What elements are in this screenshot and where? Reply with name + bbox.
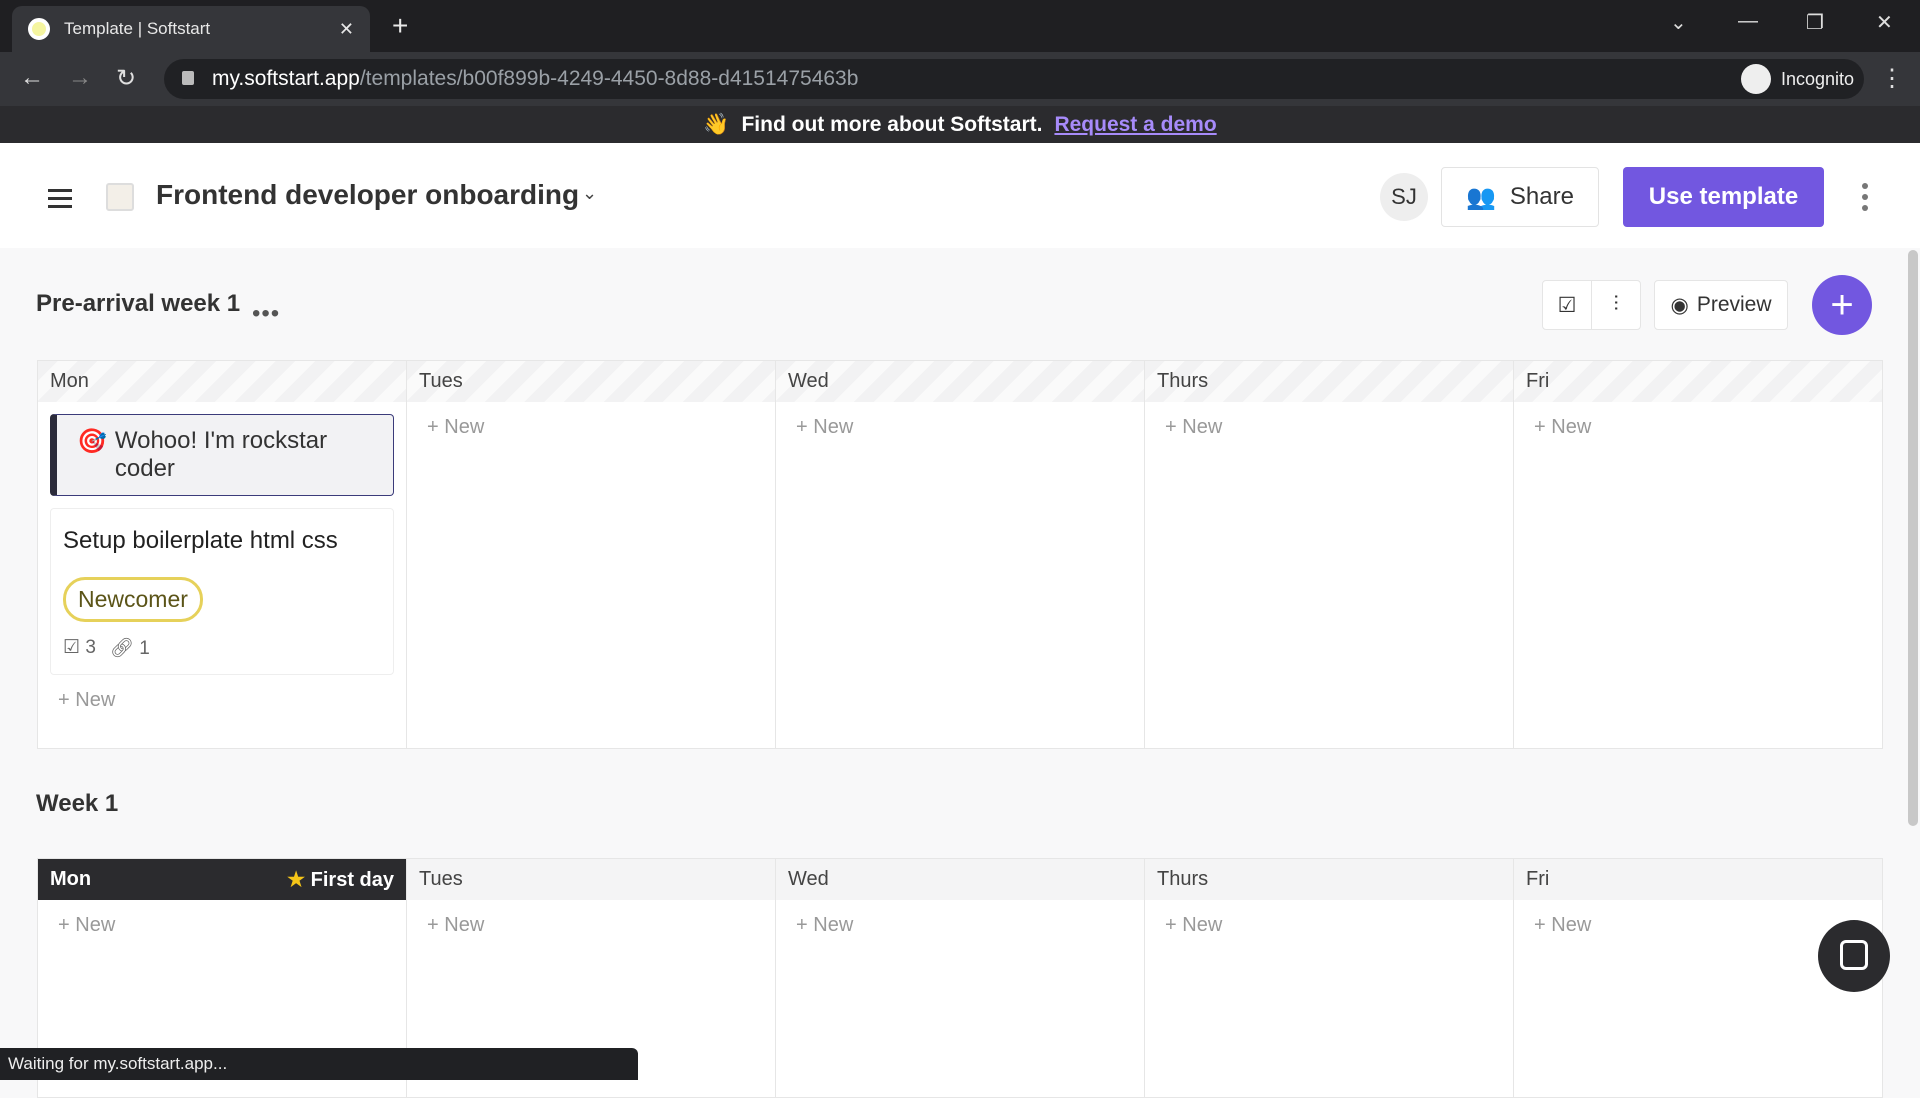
column-header: Tues <box>407 361 775 402</box>
status-bar: Waiting for my.softstart.app... <box>0 1048 638 1080</box>
browser-tab-bar: Template | Softstart ✕ + ⌄ — ❐ ✕ <box>0 0 1920 52</box>
back-icon[interactable]: ← <box>20 64 44 92</box>
column-header: Thurs <box>1145 361 1513 402</box>
new-item-button[interactable]: + New <box>1145 402 1513 453</box>
star-icon: ★ <box>287 869 306 891</box>
page-title[interactable]: Frontend developer onboarding <box>156 179 579 211</box>
section-title: Pre-arrival week 1 <box>36 290 241 317</box>
use-template-button[interactable]: Use template <box>1623 167 1824 227</box>
column-header: Fri <box>1514 859 1882 900</box>
banner-text: Find out more about Softstart. <box>741 112 1043 136</box>
section-title: Week 1 <box>36 790 119 817</box>
minimize-button[interactable]: — <box>1738 10 1758 33</box>
browser-menu-icon[interactable]: ⋮ <box>1880 64 1904 93</box>
promo-banner: 👋 Find out more about Softstart. Request… <box>0 106 1920 143</box>
checklist-count: ☑ 3 <box>63 637 96 658</box>
address-bar-row: ← → ↻ my.softstart.app/templates/b00f899… <box>0 52 1920 106</box>
column-tues: Tues + New <box>407 361 776 748</box>
first-day-badge: ★ First day <box>287 869 394 891</box>
column-header: Thurs <box>1145 859 1513 900</box>
checklist-icon[interactable]: ☑ <box>1542 280 1592 330</box>
chat-button[interactable] <box>1818 920 1890 992</box>
tag-badge: Newcomer <box>63 577 203 622</box>
new-item-button[interactable]: + New <box>776 900 1144 951</box>
link-count: 🔗︎ 1 <box>109 638 150 659</box>
scrollbar[interactable] <box>1908 250 1918 826</box>
menu-icon[interactable] <box>48 189 72 192</box>
lock-icon <box>182 71 194 85</box>
preview-button[interactable]: ◉ Preview <box>1654 280 1788 330</box>
share-button[interactable]: 👥 Share <box>1441 167 1599 227</box>
incognito-icon <box>1740 64 1771 94</box>
filter-sliders-icon[interactable]: ⫶ <box>1591 280 1641 330</box>
request-demo-link[interactable]: Request a demo <box>1054 113 1216 137</box>
column-header: Tues <box>407 859 775 900</box>
incognito-profile[interactable]: Incognito <box>1740 60 1854 98</box>
task-card[interactable]: Setup boilerplate html css Newcomer ☑ 3 🔗… <box>50 508 394 675</box>
new-item-button[interactable]: + New <box>1514 402 1882 453</box>
column-wed: Wed + New <box>776 361 1145 748</box>
board-pre-arrival: Mon 🎯 Wohoo! I'm rockstar coder Setup boi… <box>37 360 1883 749</box>
forward-icon[interactable]: → <box>68 64 92 92</box>
chat-icon <box>1840 940 1868 970</box>
target-icon: 🎯 <box>77 428 107 455</box>
add-button[interactable]: + <box>1812 275 1872 335</box>
eye-icon: ◉ <box>1670 293 1689 317</box>
new-item-button[interactable]: + New <box>407 402 775 453</box>
close-tab-icon[interactable]: ✕ <box>339 19 354 40</box>
wave-icon: 👋 <box>703 112 730 136</box>
column-wed: Wed + New <box>776 859 1145 1097</box>
template-icon <box>106 183 134 211</box>
new-item-button[interactable]: + New <box>38 675 406 726</box>
column-thurs: Thurs + New <box>1145 859 1514 1097</box>
tab-search-icon[interactable]: ⌄ <box>1670 10 1687 35</box>
more-options-icon[interactable] <box>1862 183 1868 189</box>
new-item-button[interactable]: + New <box>407 900 775 951</box>
chevron-down-icon[interactable]: ⌄ <box>582 183 597 204</box>
new-item-button[interactable]: + New <box>38 900 406 951</box>
new-tab-button[interactable]: + <box>392 10 408 42</box>
tab-title: Template | Softstart <box>64 19 211 38</box>
section-more-icon[interactable]: ••• <box>252 300 280 328</box>
task-title: Setup boilerplate html css <box>63 527 338 554</box>
app-header: Frontend developer onboarding ⌄ SJ 👥 Shar… <box>0 143 1920 248</box>
column-header: Mon <box>38 361 406 402</box>
milestone-card[interactable]: 🎯 Wohoo! I'm rockstar coder <box>50 414 394 496</box>
avatar[interactable]: SJ <box>1380 173 1428 221</box>
url-input[interactable]: my.softstart.app/templates/b00f899b-4249… <box>164 59 1864 99</box>
column-header: Mon ★ First day <box>38 859 406 900</box>
new-item-button[interactable]: + New <box>776 402 1144 453</box>
column-header: Wed <box>776 859 1144 900</box>
favicon-icon <box>28 18 50 40</box>
column-header: Wed <box>776 361 1144 402</box>
reload-icon[interactable]: ↻ <box>116 64 136 93</box>
column-fri: Fri + New <box>1514 361 1882 748</box>
browser-tab[interactable]: Template | Softstart ✕ <box>12 6 370 52</box>
restore-button[interactable]: ❐ <box>1806 10 1824 35</box>
users-icon: 👥 <box>1466 183 1496 211</box>
new-item-button[interactable]: + New <box>1145 900 1513 951</box>
close-window-button[interactable]: ✕ <box>1876 10 1893 35</box>
column-thurs: Thurs + New <box>1145 361 1514 748</box>
column-header: Fri <box>1514 361 1882 402</box>
column-mon: Mon 🎯 Wohoo! I'm rockstar coder Setup boi… <box>38 361 407 748</box>
